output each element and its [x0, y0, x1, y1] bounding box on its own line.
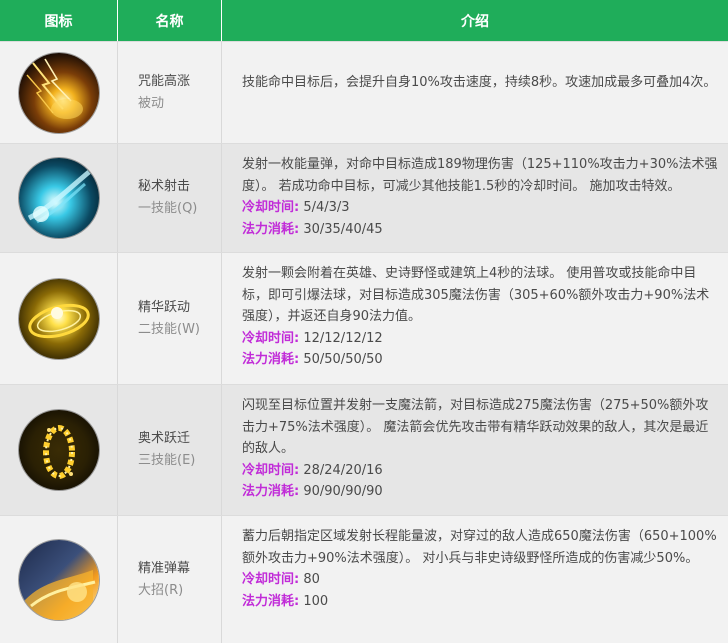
cooldown-line: 冷却时间: 80 [242, 569, 718, 591]
skills-table: 图标 名称 介绍 咒能高涨 被动 技能命中目标后，会提升自身10%攻击速度，持续… [0, 0, 728, 643]
cooldown-value: 12/12/12/12 [303, 330, 383, 346]
cooldown-line: 冷却时间: 12/12/12/12 [242, 328, 718, 350]
cooldown-label: 冷却时间: [242, 330, 300, 346]
skill-type: 三技能(E) [138, 453, 196, 468]
cooldown-line: 冷却时间: 5/4/3/3 [242, 197, 718, 219]
mana-line: 法力消耗: 100 [242, 591, 718, 613]
skill-description: 发射一颗会附着在英雄、史诗野怪或建筑上4秒的法球。 使用普攻或技能命中目标，即可… [242, 266, 710, 324]
skill-description: 发射一枚能量弹，对命中目标造成189物理伤害（125+110%攻击力+30%法术… [242, 157, 718, 194]
cooldown-label: 冷却时间: [242, 200, 300, 215]
table-row: 奥术跃迁 三技能(E) 闪现至目标位置并发射一支魔法箭，对目标造成275魔法伤害… [0, 384, 728, 515]
table-row: 精准弹幕 大招(R) 蓄力后朝指定区域发射长程能量波，对穿过的敌人造成650魔法… [0, 515, 728, 643]
skill-description: 技能命中目标后，会提升自身10%攻击速度，持续8秒。攻速加成最多可叠加4次。 [242, 75, 717, 90]
skill-type: 被动 [138, 95, 165, 111]
skill-name: 奥术跃迁 [138, 431, 191, 446]
skill-type: 二技能(W) [138, 321, 200, 337]
arcane-lightning-claw-icon [18, 52, 99, 133]
skill-name: 咒能高涨 [138, 73, 191, 89]
mana-line: 法力消耗: 50/50/50/50 [242, 349, 718, 371]
mana-value: 50/50/50/50 [303, 352, 383, 367]
cooldown-value: 5/4/3/3 [303, 200, 350, 215]
mana-value: 30/35/40/45 [303, 221, 383, 237]
cooldown-value: 80 [303, 572, 320, 587]
skill-name: 秘术射击 [138, 179, 191, 194]
header-icon-col: 图标 [0, 0, 118, 41]
table-header: 图标 名称 介绍 [0, 0, 728, 41]
golden-orb-icon [18, 278, 99, 359]
golden-ring-blink-icon [18, 410, 99, 490]
mana-value: 100 [303, 593, 329, 609]
skill-type: 大招(R) [138, 582, 184, 598]
mana-label: 法力消耗: [242, 593, 300, 609]
cooldown-value: 28/24/20/16 [303, 462, 383, 478]
table-row: 秘术射击 一技能(Q) 发射一枚能量弹，对命中目标造成189物理伤害（125+1… [0, 143, 728, 252]
skill-type: 一技能(Q) [138, 201, 198, 216]
mana-value: 90/90/90/90 [303, 484, 383, 499]
blue-energy-bolt-icon [18, 158, 99, 238]
skill-name: 精华跃动 [138, 299, 191, 315]
cooldown-label: 冷却时间: [242, 572, 300, 587]
cooldown-line: 冷却时间: 28/24/20/16 [242, 460, 718, 482]
skill-description: 闪现至目标位置并发射一支魔法箭，对目标造成275魔法伤害（275+50%额外攻击… [242, 398, 709, 456]
skill-description: 蓄力后朝指定区域发射长程能量波，对穿过的敌人造成650魔法伤害（650+100%… [242, 529, 717, 566]
mana-label: 法力消耗: [242, 352, 300, 367]
table-row: 精华跃动 二技能(W) 发射一颗会附着在英雄、史诗野怪或建筑上4秒的法球。 使用… [0, 252, 728, 384]
mana-line: 法力消耗: 30/35/40/45 [242, 219, 718, 241]
mana-line: 法力消耗: 90/90/90/90 [242, 481, 718, 503]
header-desc-col: 介绍 [461, 13, 489, 30]
mana-label: 法力消耗: [242, 484, 300, 499]
mana-label: 法力消耗: [242, 221, 300, 237]
table-row: 咒能高涨 被动 技能命中目标后，会提升自身10%攻击速度，持续8秒。攻速加成最多… [0, 41, 728, 143]
header-name-col: 名称 [118, 0, 222, 41]
skill-name: 精准弹幕 [138, 560, 191, 576]
cooldown-label: 冷却时间: [242, 462, 300, 478]
fiery-wave-icon [18, 539, 99, 620]
